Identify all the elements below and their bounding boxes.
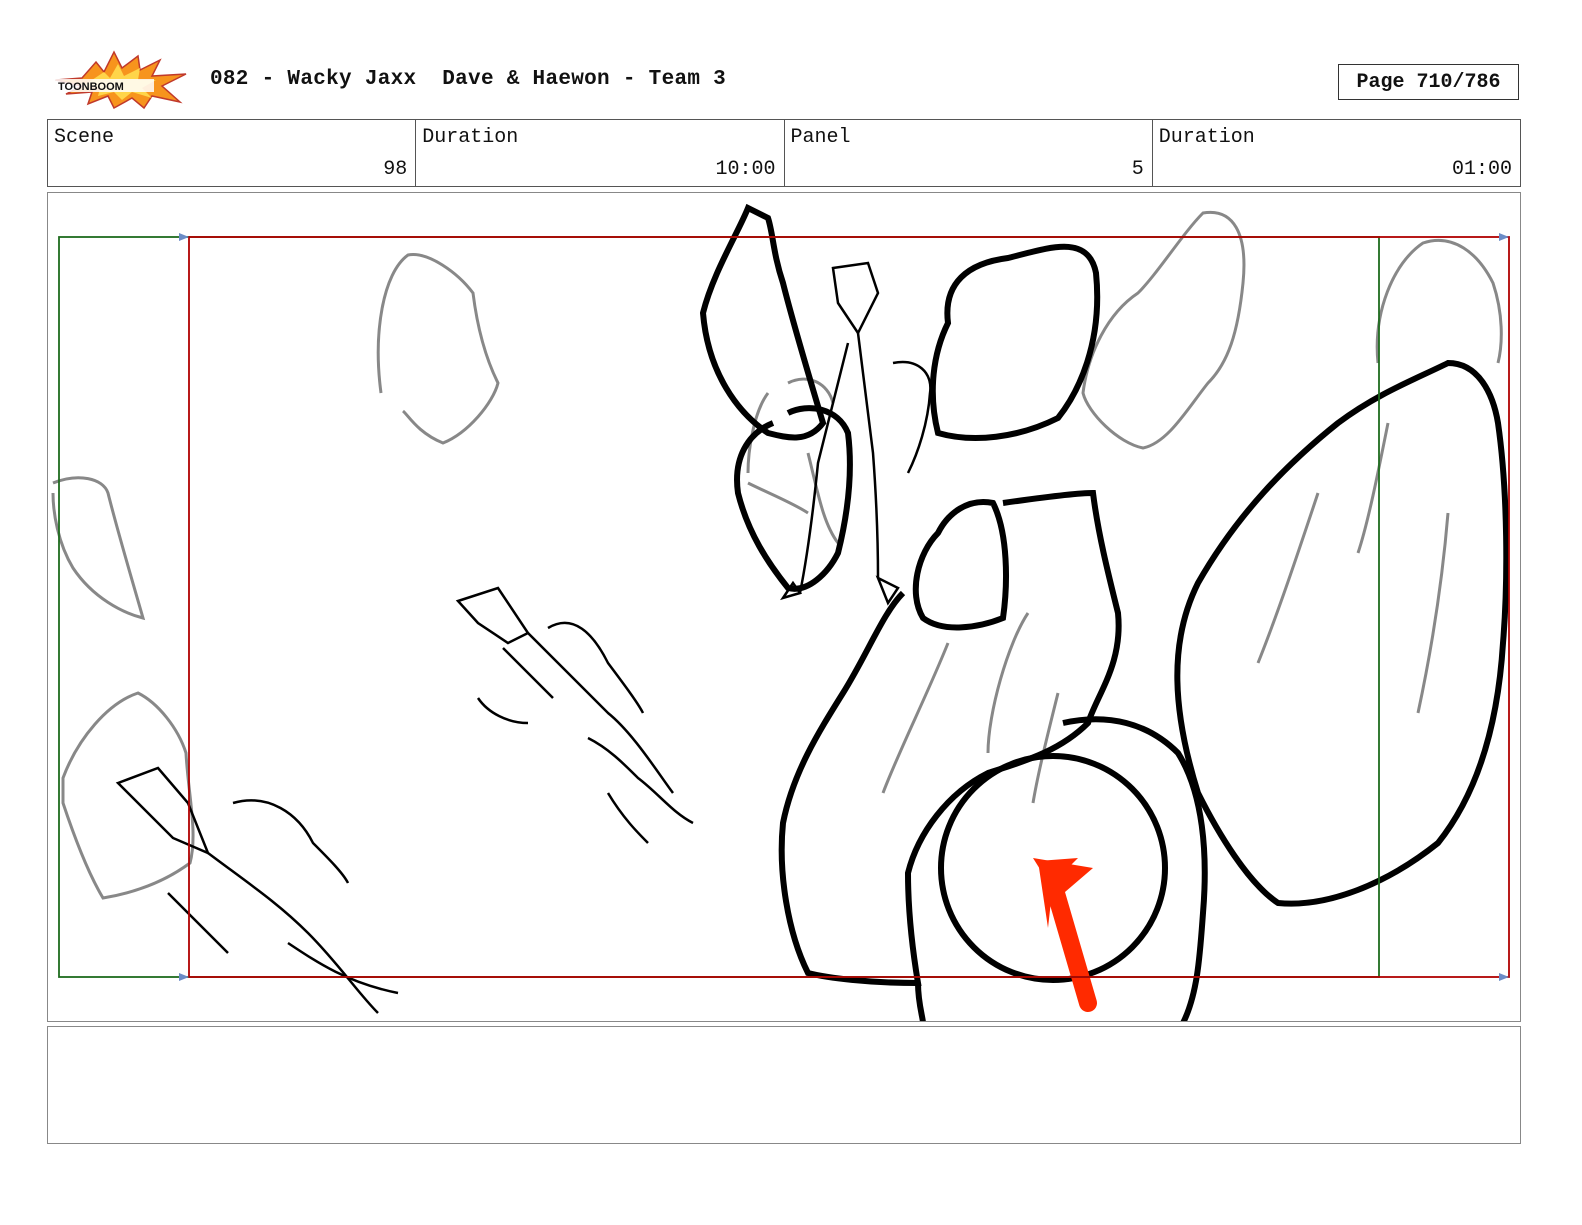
document-title: 082 - Wacky Jaxx Dave & Haewon - Team 3 (210, 68, 727, 91)
panel-duration-value: 01:00 (1451, 158, 1512, 181)
scene-label: Scene (54, 126, 115, 149)
frame-arrow-bottom-right (1499, 973, 1509, 981)
scene-duration-label: Duration (422, 126, 519, 149)
panel-duration-cell: Duration 01:00 (1153, 120, 1520, 186)
grey-rock-3 (61, 691, 195, 900)
panel-value: 5 (1131, 158, 1144, 181)
grey-sketch-layer (51, 210, 1503, 900)
panel-cell: Panel 5 (785, 120, 1153, 186)
frame-arrow-bottom-left (179, 973, 189, 981)
scene-info-row: Scene 98 Duration 10:00 Panel 5 Duration… (47, 119, 1521, 187)
scene-value: 98 (383, 158, 408, 181)
action-safe-frame (58, 236, 1380, 978)
scene-duration-value: 10:00 (715, 158, 776, 181)
grey-rock-2 (51, 476, 146, 621)
panel-duration-label: Duration (1158, 126, 1255, 149)
logo-text: TOONBOOM (58, 81, 124, 93)
frame-arrow-top-left (179, 233, 189, 241)
grey-rock-1 (376, 253, 500, 445)
toonboom-logo: TOONBOOM (55, 50, 187, 110)
figure-center (455, 586, 694, 844)
frame-arrow-top-right (1499, 233, 1509, 241)
scene-duration-cell: Duration 10:00 (416, 120, 785, 186)
grey-rock-5 (1375, 238, 1503, 364)
title-safe-frame (188, 236, 1510, 978)
grey-figure-2 (881, 612, 1060, 804)
scene-cell: Scene 98 (48, 120, 417, 186)
page-number: Page 710/786 (1338, 64, 1519, 100)
panel-notes-box (47, 1026, 1521, 1144)
dark-rock-8 (915, 982, 926, 1021)
panel-sketch (51, 203, 1510, 1021)
dark-rock-3 (1174, 359, 1510, 907)
storyboard-panel (47, 192, 1521, 1022)
dark-rock-5 (912, 499, 1009, 631)
panel-label: Panel (790, 126, 851, 149)
grey-rock-4 (1081, 210, 1246, 450)
grey-figure-1 (746, 377, 840, 544)
dark-rock-2 (929, 243, 1101, 441)
